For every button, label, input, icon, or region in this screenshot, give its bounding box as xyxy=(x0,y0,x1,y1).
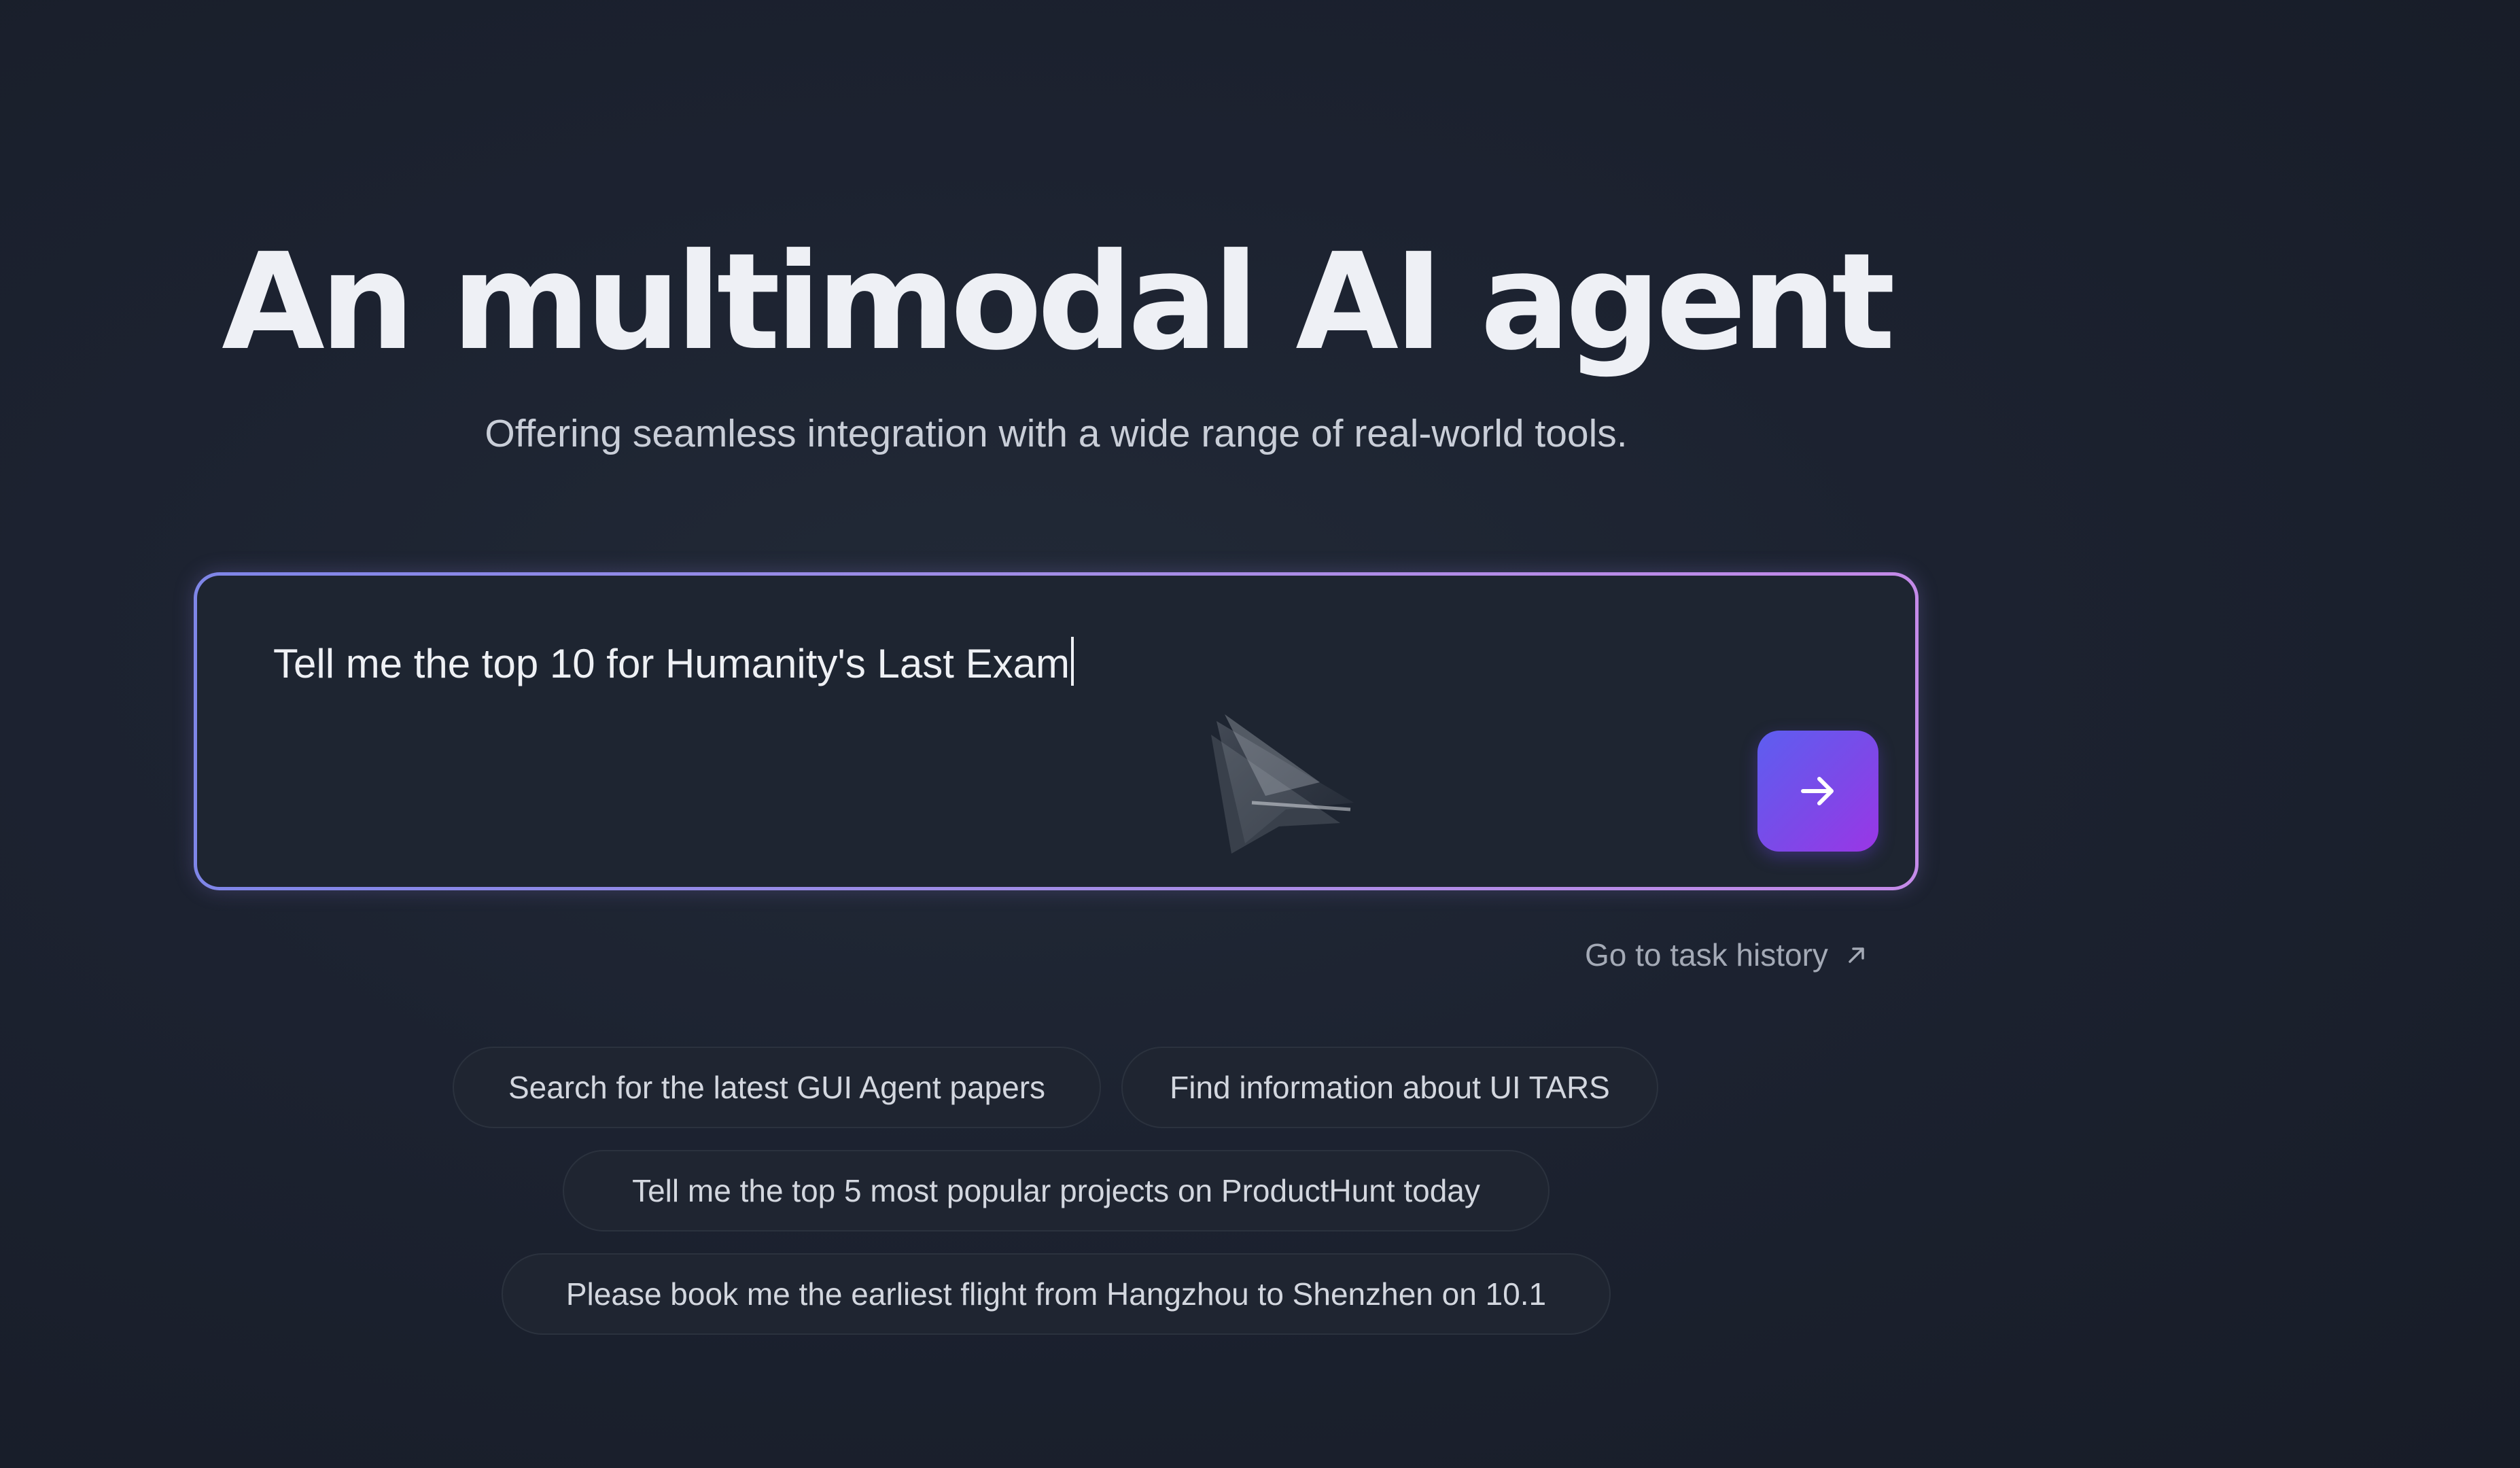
suggestion-chip-label: Please book me the earliest flight from … xyxy=(565,1276,1547,1312)
suggestion-chip[interactable]: Tell me the top 5 most popular projects … xyxy=(563,1150,1550,1231)
suggestion-chip[interactable]: Please book me the earliest flight from … xyxy=(502,1253,1611,1335)
arrow-right-icon xyxy=(1801,777,1834,805)
arrow-up-right-icon xyxy=(1846,944,1868,966)
prompt-input-box[interactable]: Tell me the top 10 for Humanity's Last E… xyxy=(194,572,1919,890)
suggestion-chip-label: Search for the latest GUI Agent papers xyxy=(508,1070,1046,1105)
text-caret xyxy=(1070,637,1074,686)
prompt-input-inner[interactable]: Tell me the top 10 for Humanity's Last E… xyxy=(197,576,1915,887)
suggestion-chip-label: Find information about UI TARS xyxy=(1170,1070,1610,1105)
send-button[interactable] xyxy=(1757,731,1878,852)
suggestion-chip[interactable]: Find information about UI TARS xyxy=(1121,1047,1658,1128)
app-page: An multimodal AI agent Offering seamless… xyxy=(0,0,2520,1468)
hero-title: An multimodal AI agent xyxy=(222,225,1895,380)
prompt-input[interactable]: Tell me the top 10 for Humanity's Last E… xyxy=(273,637,1074,691)
task-history-link[interactable]: Go to task history xyxy=(1585,931,1868,979)
suggestion-chip[interactable]: Search for the latest GUI Agent papers xyxy=(453,1047,1101,1128)
prompt-input-value: Tell me the top 10 for Humanity's Last E… xyxy=(273,641,1070,686)
hero-subtitle: Offering seamless integration with a wid… xyxy=(485,412,1628,455)
suggestion-chip-label: Tell me the top 5 most popular projects … xyxy=(632,1173,1480,1208)
task-history-label: Go to task history xyxy=(1585,937,1828,973)
mouse-pointer-icon xyxy=(1211,714,1354,854)
